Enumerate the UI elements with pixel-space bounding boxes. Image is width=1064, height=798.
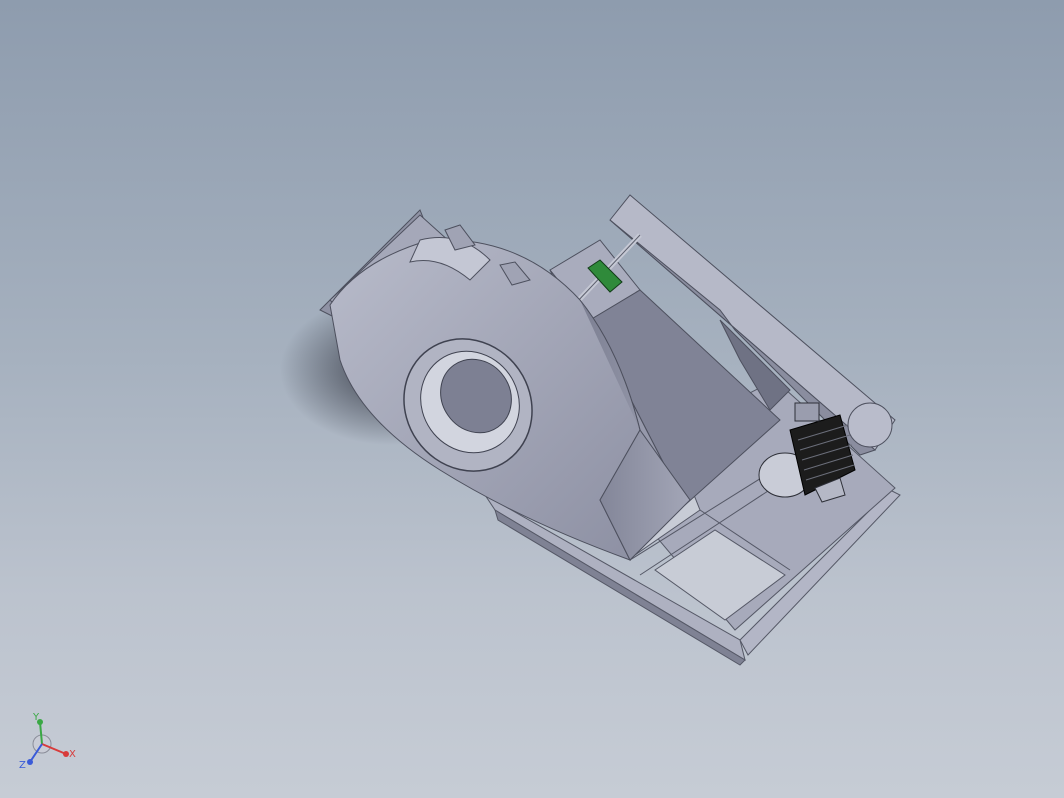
triad-y-label: Y: [33, 712, 40, 723]
coordinate-triad: [27, 719, 69, 765]
triad-x-label: X: [69, 749, 76, 760]
fan-assembly-model[interactable]: [0, 0, 1064, 798]
graphics-viewport[interactable]: Y X Z: [0, 0, 1064, 798]
triad-z-label: Z: [19, 760, 26, 771]
triad-z-tip: [27, 759, 33, 765]
pulley-guard-end: [847, 402, 893, 448]
motor-terminal-box: [794, 402, 820, 422]
